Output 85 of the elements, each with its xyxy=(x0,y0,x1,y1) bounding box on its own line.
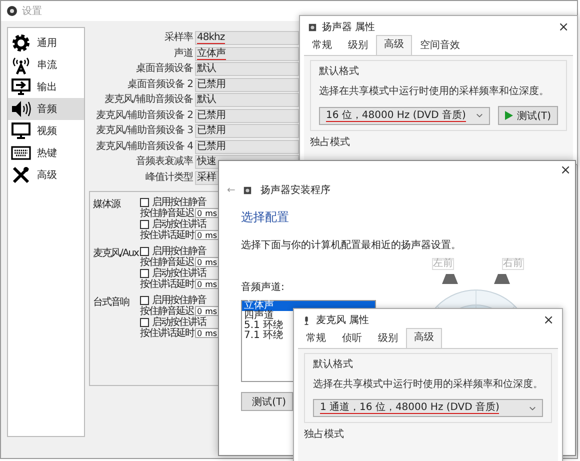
checkbox[interactable] xyxy=(140,198,149,206)
field-label: 桌面音频设备 2 xyxy=(126,78,193,92)
group-title: 独占模式 xyxy=(304,428,345,441)
sidebar-item[interactable]: 音频 xyxy=(8,98,84,120)
speaker-position-label: 左前 xyxy=(432,258,454,270)
field-label: 麦克风/辅助音频设备 4 xyxy=(95,140,193,154)
test-button[interactable]: 测试(T) xyxy=(498,106,558,125)
checkbox-option[interactable]: 启动按住讲话 xyxy=(140,268,265,278)
app-logo-icon xyxy=(7,6,17,16)
field-label: 峰值计类型 xyxy=(144,170,193,184)
delay-label: 按住讲话延时 xyxy=(140,326,194,340)
dropdown-field[interactable]: 已禁用 xyxy=(195,124,299,138)
delay-label: 按住静音延迟 xyxy=(140,304,194,317)
speaker-position-label: 右前 xyxy=(502,258,524,270)
checkbox[interactable] xyxy=(140,220,149,228)
source-label: 媒体源 xyxy=(93,198,122,212)
chevron-down-icon xyxy=(529,406,536,410)
group-title: 默认格式 xyxy=(319,64,360,78)
window-title: 扬声器安装程序 xyxy=(260,184,332,197)
tab[interactable]: 空间音效 xyxy=(412,36,468,55)
gear-icon xyxy=(11,33,31,53)
field-label: 麦克风/辅助音频设备 3 xyxy=(95,124,193,138)
field-label: 麦克风/辅助音频设备 2 xyxy=(95,108,193,122)
checkbox[interactable] xyxy=(140,318,149,326)
tab[interactable]: 常规 xyxy=(304,36,340,55)
play-icon xyxy=(505,111,514,120)
source-label: 台式音响 xyxy=(93,296,130,310)
sidebar-item[interactable]: 输出 xyxy=(8,76,84,98)
sidebar-item[interactable]: 高级 xyxy=(8,164,84,186)
field-label: 桌面音频设备 xyxy=(135,62,193,76)
group-title: 默认格式 xyxy=(313,358,354,371)
description-text: 选择在共享模式中运行时使用的采样频率和位深度。 xyxy=(319,84,550,98)
window-title: 扬声器 属性 xyxy=(322,20,376,34)
dropdown-field[interactable]: 已禁用 xyxy=(195,108,299,122)
dropdown-field[interactable]: 已禁用 xyxy=(195,78,299,92)
microphone-icon xyxy=(302,316,311,324)
tools-icon xyxy=(11,165,31,185)
test-button[interactable]: 测试(T) xyxy=(241,392,293,411)
field-label: 声道 xyxy=(173,46,193,60)
format-dropdown[interactable]: 1 通道，16 位，48000 Hz (DVD 音质) xyxy=(313,399,543,417)
tab[interactable]: 高级 xyxy=(376,35,412,55)
source-label: 麦克风/Aux xyxy=(93,246,140,260)
tab[interactable]: 级别 xyxy=(370,329,406,348)
dropdown-field[interactable]: 默认 xyxy=(195,62,299,76)
format-dropdown[interactable]: 16 位，48000 Hz (DVD 音质) xyxy=(319,106,490,124)
dropdown-field[interactable]: 48khz xyxy=(195,31,299,45)
field-label: 采样率 xyxy=(164,31,193,45)
checkbox-option[interactable]: 启用按住静音 xyxy=(140,196,265,208)
list-label: 音频声道: xyxy=(241,280,286,294)
description-text: 选择在共享模式中运行时使用的采样频率和位深度。 xyxy=(313,378,543,391)
checkbox[interactable] xyxy=(140,296,149,304)
window-title: 设置 xyxy=(22,4,42,18)
tab[interactable]: 级别 xyxy=(340,36,376,55)
field-label: 音频表衰减率 xyxy=(135,155,193,169)
description-text: 选择下面与你的计算机配置最相近的扬声器设置。 xyxy=(241,238,462,252)
speaker-icon xyxy=(11,99,31,119)
group-title: 独占模式 xyxy=(310,136,351,149)
broadcast-icon xyxy=(11,55,31,75)
checkbox[interactable] xyxy=(140,246,149,256)
window-title: 麦克风 属性 xyxy=(316,314,370,327)
monitor-arrow-icon xyxy=(11,77,31,97)
dropdown-field[interactable]: 默认 xyxy=(195,93,299,107)
close-button[interactable]: × xyxy=(543,312,554,328)
delay-label: 按住讲话延时 xyxy=(140,278,194,291)
sidebar-item[interactable]: 热键 xyxy=(8,142,84,164)
tab[interactable]: 侦听 xyxy=(334,329,370,348)
chevron-down-icon xyxy=(476,113,484,118)
dropdown-field[interactable]: 立体声 xyxy=(195,46,299,60)
speaker-device-icon xyxy=(243,186,252,194)
delay-label: 按住静音延迟 xyxy=(140,206,194,219)
delay-label: 按住静音延迟 xyxy=(140,256,194,268)
tab[interactable]: 常规 xyxy=(298,329,334,348)
sidebar-item[interactable]: 视频 xyxy=(8,120,84,142)
checkbox[interactable] xyxy=(140,268,149,278)
speaker-device-icon xyxy=(308,22,317,32)
sidebar-item[interactable]: 通用 xyxy=(8,32,84,54)
delay-label: 按住讲话延时 xyxy=(140,228,194,242)
page-heading: 选择配置 xyxy=(241,209,290,226)
monitor-icon xyxy=(11,121,31,141)
close-button[interactable]: × xyxy=(558,20,569,34)
sidebar-item[interactable]: 串流 xyxy=(8,54,84,76)
close-button[interactable]: × xyxy=(560,163,571,178)
keyboard-icon xyxy=(11,143,31,163)
dropdown-field[interactable]: 已禁用 xyxy=(195,140,299,154)
field-label: 麦克风/辅助音频设备 xyxy=(104,93,193,107)
